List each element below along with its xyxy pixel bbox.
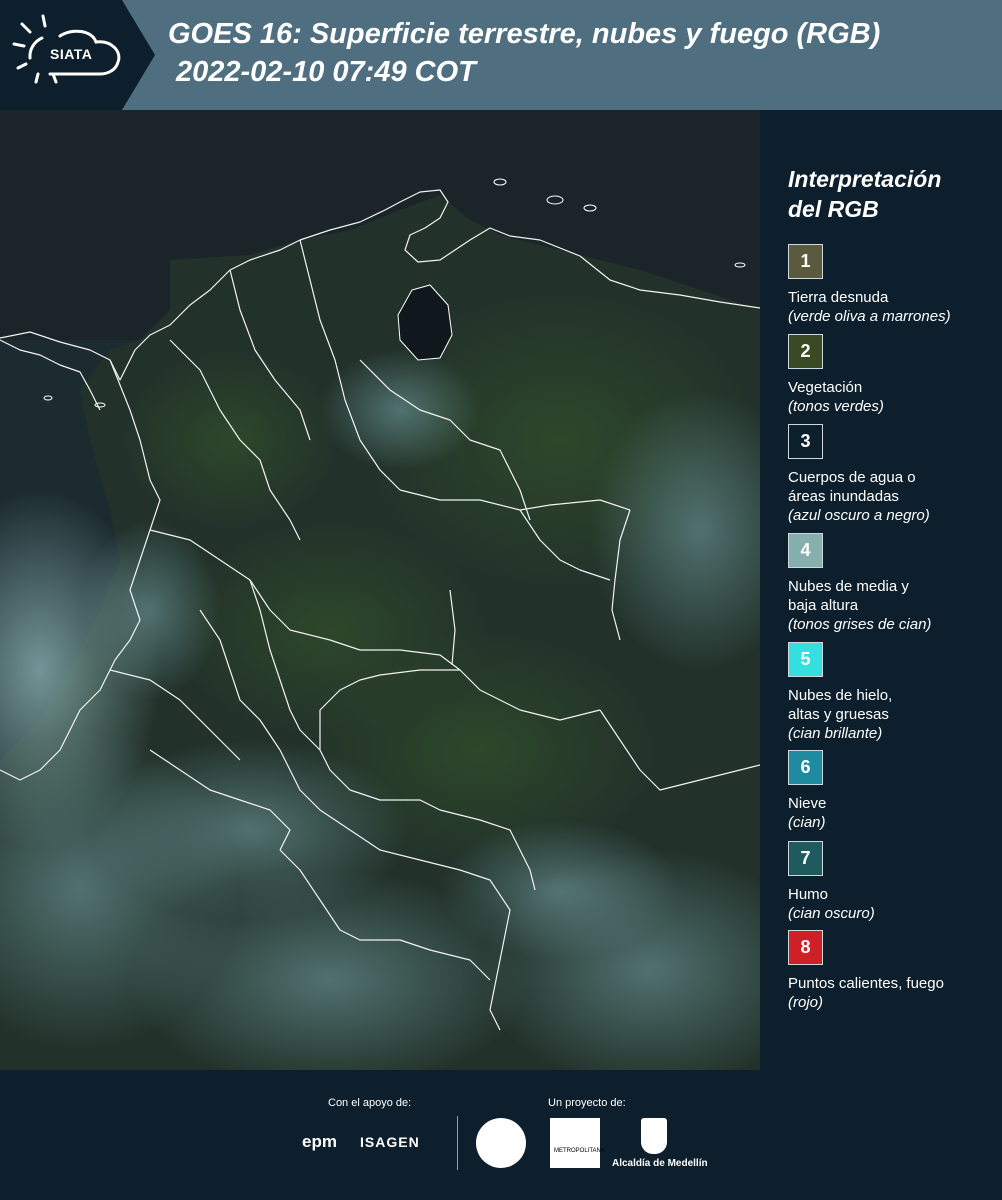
legend-item-ice-clouds: 5 Nubes de hielo, altas y gruesas (cian … — [788, 642, 998, 743]
legend-swatch: 8 — [788, 930, 823, 965]
legend-item-snow: 6 Nieve (cian) — [788, 750, 998, 832]
alcaldia-medellin-logo: Alcaldía de Medellín — [612, 1158, 708, 1169]
support-label: Con el apoyo de: — [328, 1097, 412, 1109]
isagen-logo: ISAGEN — [360, 1134, 420, 1150]
page-timestamp: 2022-02-10 07:49 COT — [176, 56, 476, 88]
epm-logo: epm — [302, 1132, 337, 1151]
legend-swatch: 3 — [788, 424, 823, 459]
page-title: GOES 16: Superficie terrestre, nubes y f… — [168, 18, 881, 50]
header: SIATA GOES 16: Superficie terrestre, nub… — [0, 0, 1002, 110]
legend-item-mid-low-clouds: 4 Nubes de media y baja altura (tonos gr… — [788, 533, 998, 634]
legend-swatch: 1 — [788, 244, 823, 279]
legend-swatch: 6 — [788, 750, 823, 785]
medellin-shield-icon — [641, 1118, 667, 1154]
legend-swatch: 2 — [788, 334, 823, 369]
legend-item-water: 3 Cuerpos de agua o áreas inundadas (azu… — [788, 424, 998, 525]
legend-title: Interpretación del RGB — [788, 166, 942, 222]
siata-logo: SIATA — [0, 0, 155, 110]
project-label: Un proyecto de: — [548, 1097, 626, 1109]
footer-divider — [457, 1116, 458, 1170]
legend-panel: Interpretación del RGB 1 Tierra desnuda … — [760, 110, 1002, 1070]
legend-item-bare-land: 1 Tierra desnuda (verde oliva a marrones… — [788, 244, 998, 326]
university-seal-logo — [476, 1118, 526, 1168]
legend-item-vegetation: 2 Vegetación (tonos verdes) — [788, 334, 998, 416]
footer: Con el apoyo de: Un proyecto de: epm ISA… — [0, 1070, 1002, 1200]
satellite-map[interactable] — [0, 110, 760, 1070]
logo-text: SIATA — [50, 46, 93, 62]
area-metropolitana-logo: METROPOLITANA — [550, 1118, 605, 1168]
legend-item-fire: 8 Puntos calientes, fuego (rojo) — [788, 930, 998, 1012]
legend-item-smoke: 7 Humo (cian oscuro) — [788, 841, 998, 923]
legend-swatch: 7 — [788, 841, 823, 876]
legend-swatch: 5 — [788, 642, 823, 677]
legend-swatch: 4 — [788, 533, 823, 568]
